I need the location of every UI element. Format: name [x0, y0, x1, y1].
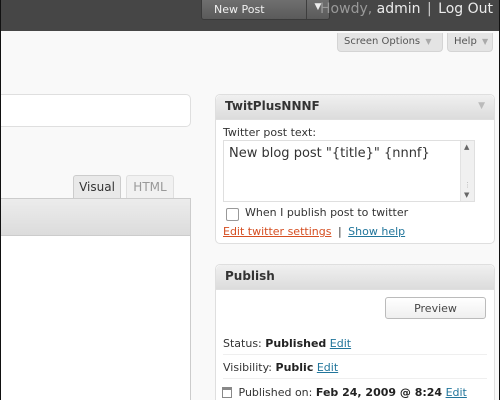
- help-button[interactable]: Help ▼: [447, 33, 493, 52]
- visibility-edit-link[interactable]: Edit: [317, 361, 338, 374]
- publish-box: Publish Preview Status: Published Edit V…: [215, 264, 495, 400]
- admin-header: New Post ▼ Howdy, admin | Log Out: [1, 0, 499, 31]
- new-post-button[interactable]: New Post ▼: [201, 0, 330, 20]
- visibility-row: Visibility: Public Edit: [223, 361, 338, 374]
- publish-title: Publish: [225, 269, 275, 283]
- published-on-edit-link[interactable]: Edit: [446, 386, 467, 399]
- tab-visual[interactable]: Visual: [73, 175, 121, 198]
- edit-twitter-settings-link[interactable]: Edit twitter settings: [223, 225, 331, 238]
- published-on-label: Published on:: [238, 386, 313, 399]
- post-content-editor[interactable]: [1, 236, 191, 400]
- twitter-post-text-value: New blog post "{title}" {nnnf}: [229, 146, 430, 161]
- scroll-down-icon[interactable]: ▼: [464, 191, 469, 199]
- published-on-row: Published on: Feb 24, 2009 @ 8:24 Edit: [222, 386, 467, 399]
- chevron-down-icon[interactable]: ▼: [478, 101, 485, 111]
- show-help-link[interactable]: Show help: [348, 225, 405, 238]
- link-separator: |: [337, 225, 342, 238]
- divider: [223, 378, 487, 379]
- divider: [223, 354, 487, 355]
- new-post-label: New Post: [214, 3, 265, 16]
- header-separator: |: [426, 1, 432, 17]
- status-label: Status:: [223, 337, 262, 350]
- textarea-scrollbar[interactable]: ▲ ⋮ ▼: [460, 141, 474, 201]
- logout-link[interactable]: Log Out: [438, 1, 493, 17]
- tab-html[interactable]: HTML: [126, 175, 174, 198]
- screen-options-button[interactable]: Screen Options ▼: [337, 33, 443, 52]
- greeting-text: Howdy,: [320, 1, 373, 17]
- twitplus-links: Edit twitter settings | Show help: [223, 225, 405, 238]
- twitplus-box: TwitPlusNNNF ▼ Twitter post text: New bl…: [215, 94, 495, 244]
- status-edit-link[interactable]: Edit: [330, 337, 351, 350]
- screen-options-label: Screen Options: [344, 36, 421, 47]
- status-row: Status: Published Edit: [223, 337, 351, 350]
- twitter-post-text-label: Twitter post text:: [223, 126, 317, 139]
- new-post-separator: [306, 0, 307, 19]
- user-greeting: Howdy, admin | Log Out: [320, 1, 493, 17]
- twitplus-header[interactable]: TwitPlusNNNF ▼: [216, 95, 494, 120]
- twitplus-title: TwitPlusNNNF: [225, 99, 320, 113]
- calendar-icon: [222, 387, 232, 398]
- publish-to-twitter-label: When I publish post to twitter: [245, 206, 409, 219]
- post-title-input[interactable]: [1, 94, 191, 127]
- publish-header[interactable]: Publish: [216, 265, 494, 290]
- visibility-label: Visibility:: [223, 361, 273, 374]
- published-on-value: Feb 24, 2009 @ 8:24: [315, 386, 443, 399]
- chevron-down-icon: ▼: [425, 37, 432, 46]
- status-value: Published: [265, 337, 327, 350]
- scroll-grip-icon: ⋮: [464, 181, 471, 189]
- visibility-value: Public: [275, 361, 314, 374]
- username-link[interactable]: admin: [377, 1, 421, 17]
- scroll-up-icon[interactable]: ▲: [464, 143, 469, 151]
- help-label: Help: [454, 36, 477, 47]
- preview-button[interactable]: Preview: [385, 297, 486, 319]
- chevron-down-icon: ▼: [482, 37, 489, 46]
- twitter-post-text-field[interactable]: New blog post "{title}" {nnnf} ▲ ⋮ ▼: [223, 140, 475, 202]
- publish-to-twitter-checkbox[interactable]: [226, 208, 239, 221]
- editor-toolbar: [1, 198, 191, 236]
